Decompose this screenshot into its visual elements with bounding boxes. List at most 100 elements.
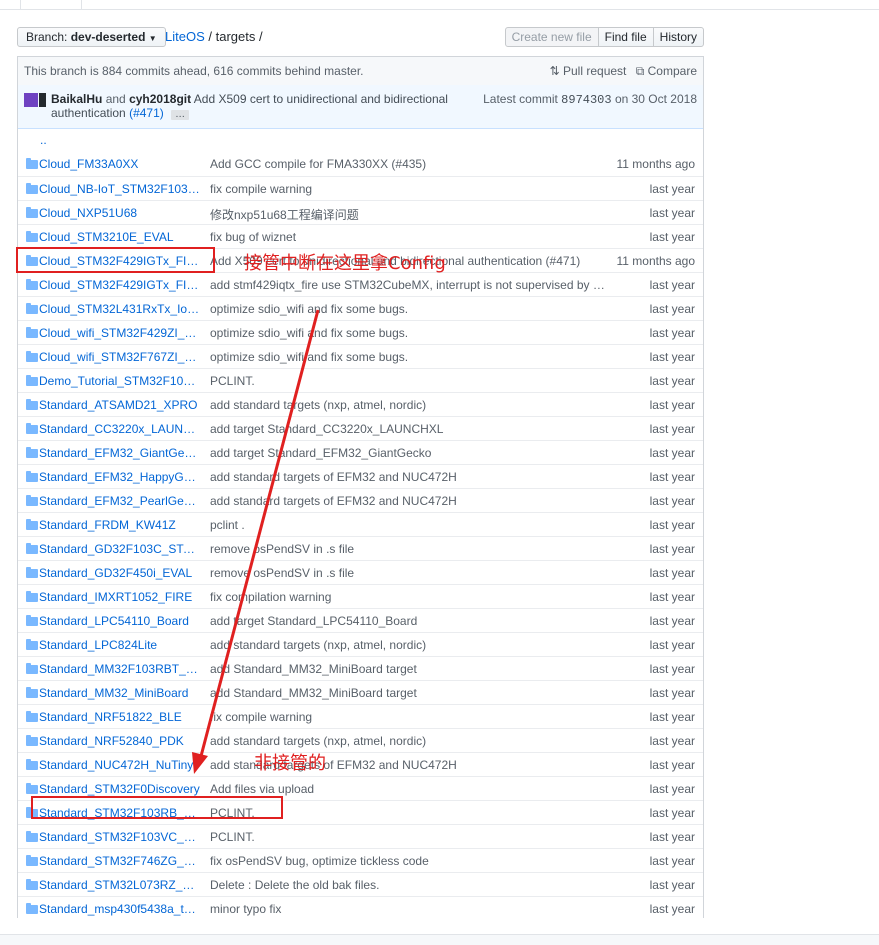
commit-message-link[interactable]: add standard targets (nxp, atmel, nordic… [210,398,605,412]
pull-request-number-link[interactable]: (#471) [129,106,164,120]
table-row[interactable]: Cloud_wifi_STM32F767ZI_NUCLEO optimize sd… [18,344,703,368]
folder-name-link[interactable]: Standard_EFM32_PearlGecko [39,494,201,508]
table-row[interactable]: Standard_FRDM_KW41Z pclint . last year [18,512,703,536]
table-row[interactable]: Standard_IMXRT1052_FIRE fix compilation w… [18,584,703,608]
folder-name-link[interactable]: Cloud_NB-IoT_STM32F103RCT6 [39,182,201,196]
table-row[interactable]: Standard_EFM32_HappyGecko add standard ta… [18,464,703,488]
table-row[interactable]: Standard_LPC824Lite add standard targets … [18,632,703,656]
table-row[interactable]: Standard_MM32_MiniBoard add Standard_MM32… [18,680,703,704]
commit-message-link[interactable]: Add files via upload [210,782,605,796]
table-row[interactable]: Standard_msp430f5438a_taurus minor typo f… [18,896,703,920]
commit-sha-link[interactable]: 8974303 [561,93,611,107]
pull-request-link[interactable]: ⇅ Pull request [550,64,627,78]
author-avatar[interactable] [24,93,38,107]
folder-name-link[interactable]: Cloud_wifi_STM32F429ZI_NUCLEO [39,326,201,340]
commit-message-link[interactable]: add target Standard_CC3220x_LAUNCHXL [210,422,605,436]
commit-message-link[interactable]: add Standard_MM32_MiniBoard target [210,686,605,700]
expand-commit-button[interactable]: … [171,110,190,120]
commit-message-link[interactable]: fix compile warning [210,182,605,196]
commit-message-link[interactable]: add target Standard_LPC54110_Board [210,614,605,628]
parent-directory-row[interactable]: .. [18,128,703,152]
repo-root-link[interactable]: LiteOS [165,29,205,44]
history-button[interactable]: History [652,27,704,47]
folder-name-link[interactable]: Standard_IMXRT1052_FIRE [39,590,201,604]
table-row[interactable]: Demo_Tutorial_STM32F103VET6 PCLINT. last y… [18,368,703,392]
folder-name-link[interactable]: Standard_LPC824Lite [39,638,201,652]
folder-name-link[interactable]: Standard_FRDM_KW41Z [39,518,201,532]
commit-message-link[interactable]: minor typo fix [210,902,605,916]
commit-message-link[interactable]: PCLINT. [210,830,605,844]
commit-message-link[interactable]: add target Standard_EFM32_GiantGecko [210,446,605,460]
folder-name-link[interactable]: Cloud_STM32F429IGTx_FIRE_HAL [39,278,201,292]
coauthor-avatar[interactable] [39,93,46,107]
table-row[interactable]: Standard_MM32F103RBT_EVB add Standard_MM3… [18,656,703,680]
table-row[interactable]: Standard_EFM32_PearlGecko add standard ta… [18,488,703,512]
commit-message-link[interactable]: add Standard_MM32_MiniBoard target [210,662,605,676]
table-row[interactable]: Standard_GD32F450i_EVAL remove osPendSV i… [18,560,703,584]
folder-name-link[interactable]: Standard_NRF51822_BLE [39,710,201,724]
folder-name-link[interactable]: Cloud_NXP51U68 [39,206,201,220]
commit-message-link[interactable]: fix osPendSV bug, optimize tickless code [210,854,605,868]
commit-message-link[interactable]: Delete : Delete the old bak files. [210,878,605,892]
table-row[interactable]: Standard_STM32F746ZG_NUCLEO fix osPendSV … [18,848,703,872]
branch-select-button[interactable]: Branch: dev-deserted ▼ [17,27,166,47]
commit-message-link[interactable]: add standard targets (nxp, atmel, nordic… [210,638,605,652]
table-row[interactable]: Standard_NRF52840_PDK add standard target… [18,728,703,752]
commit-message-link[interactable]: PCLINT. [210,374,605,388]
commit-message-link[interactable]: add standard targets (nxp, atmel, nordic… [210,734,605,748]
folder-name-link[interactable]: Standard_EFM32_GiantGecko [39,446,201,460]
table-row[interactable]: Cloud_NB-IoT_STM32F103RCT6 fix compile wa… [18,176,703,200]
folder-name-link[interactable]: Standard_CC3220x_LAUNCHXL [39,422,201,436]
folder-name-link[interactable]: Standard_MM32_MiniBoard [39,686,201,700]
folder-name-link[interactable]: Standard_GD32F103C_START [39,542,201,556]
table-row[interactable]: Standard_GD32F103C_START remove osPendSV … [18,536,703,560]
folder-name-link[interactable]: Standard_STM32F0Discovery [39,782,201,796]
commit-message-link[interactable]: fix compilation warning [210,590,605,604]
table-row[interactable]: Standard_STM32F103VC_TAIBI PCLINT. last ye… [18,824,703,848]
table-row[interactable]: Cloud_STM32F429IGTx_FIRE_HAL add stmf429i… [18,272,703,296]
commit-message-link[interactable]: optimize sdio_wifi and fix some bugs. [210,302,605,316]
commit-message-link[interactable]: pclint . [210,518,605,532]
commit-message-link[interactable]: fix bug of wiznet [210,230,605,244]
table-row[interactable]: Standard_EFM32_GiantGecko add target Stan… [18,440,703,464]
commit-message-link[interactable]: add standard targets of EFM32 and NUC472… [210,494,605,508]
folder-name-link[interactable]: Standard_MM32F103RBT_EVB [39,662,201,676]
table-row[interactable]: Cloud_NXP51U68 修改nxp51u68工程编译问题 last year [18,200,703,224]
commit-message-link[interactable]: Add GCC compile for FMA330XX (#435) [210,157,605,171]
table-row[interactable]: Standard_NUC472H_NuTiny add standard targ… [18,752,703,776]
folder-name-link[interactable]: Standard_STM32F103VC_TAIBI [39,830,201,844]
commit-message-link[interactable]: 修改nxp51u68工程编译问题 [210,206,605,223]
table-row[interactable]: Standard_NRF51822_BLE fix compile warning… [18,704,703,728]
commit-message-link[interactable]: remove osPendSV in .s file [210,566,605,580]
folder-name-link[interactable]: Cloud_wifi_STM32F767ZI_NUCLEO [39,350,201,364]
folder-name-link[interactable]: Standard_msp430f5438a_taurus [39,902,201,916]
folder-name-link[interactable]: Cloud_STM3210E_EVAL [39,230,201,244]
folder-name-link[interactable]: Standard_ATSAMD21_XPRO [39,398,201,412]
create-new-file-button[interactable]: Create new file [504,27,599,47]
parent-directory-link[interactable]: .. [40,133,202,147]
table-row[interactable]: Cloud_STM32L431RxTx_IoTClub optimize sdio… [18,296,703,320]
commit-message-link[interactable]: optimize sdio_wifi and fix some bugs. [210,326,605,340]
table-row[interactable]: Standard_CC3220x_LAUNCHXL add target Stan… [18,416,703,440]
folder-name-link[interactable]: Standard_NRF52840_PDK [39,734,201,748]
table-row[interactable]: Cloud_STM3210E_EVAL fix bug of wiznet last… [18,224,703,248]
folder-name-link[interactable]: Standard_NUC472H_NuTiny [39,758,201,772]
active-repo-tab[interactable] [20,0,82,10]
table-row[interactable]: Cloud_FM33A0XX Add GCC compile for FMA330… [18,152,703,176]
commit-message-link[interactable]: add stmf429iqtx_fire use STM32CubeMX, in… [210,278,605,292]
table-row[interactable]: Standard_ATSAMD21_XPRO add standard targe… [18,392,703,416]
folder-name-link[interactable]: Cloud_FM33A0XX [39,157,201,171]
coauthor-link[interactable]: cyh2018git [129,92,191,106]
table-row[interactable]: Standard_STM32L073RZ_NUCLEO Delete : Dele… [18,872,703,896]
compare-link[interactable]: ⧉ Compare [636,64,697,78]
folder-name-link[interactable]: Standard_GD32F450i_EVAL [39,566,201,580]
folder-name-link[interactable]: Demo_Tutorial_STM32F103VET6 [39,374,201,388]
folder-name-link[interactable]: Cloud_STM32L431RxTx_IoTClub [39,302,201,316]
table-row[interactable]: Cloud_wifi_STM32F429ZI_NUCLEO optimize sd… [18,320,703,344]
author-link[interactable]: BaikalHu [51,92,102,106]
folder-name-link[interactable]: Standard_STM32F746ZG_NUCLEO [39,854,201,868]
commit-message-link[interactable]: fix compile warning [210,710,605,724]
folder-name-link[interactable]: Standard_EFM32_HappyGecko [39,470,201,484]
folder-name-link[interactable]: Standard_STM32L073RZ_NUCLEO [39,878,201,892]
commit-message-link[interactable]: add standard targets of EFM32 and NUC472… [210,470,605,484]
